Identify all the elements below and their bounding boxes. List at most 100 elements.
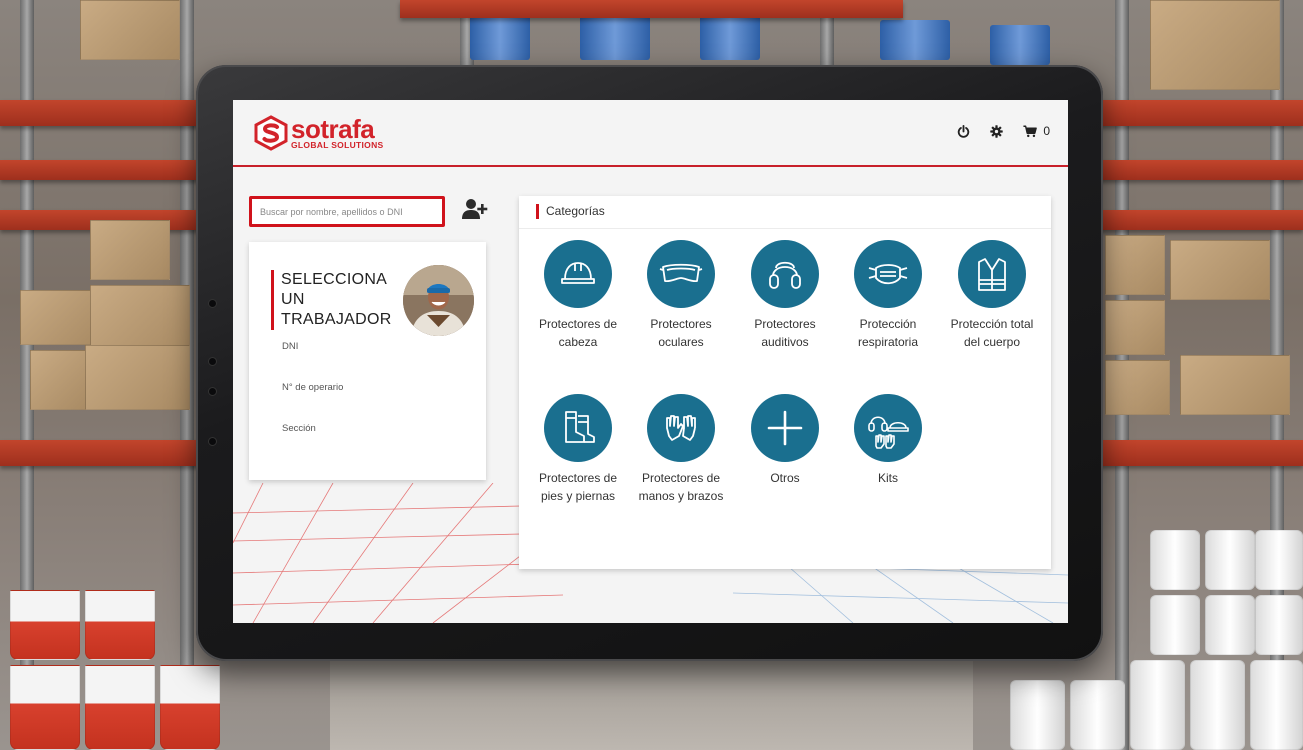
cart-icon (1023, 125, 1038, 137)
dni-label: DNI (282, 341, 299, 352)
category-icon-circle (854, 394, 922, 462)
category-label: Otros (770, 471, 800, 485)
jug (1070, 680, 1125, 750)
drum (990, 25, 1050, 65)
box (90, 285, 190, 350)
category-icon-circle (958, 240, 1026, 308)
shelf-beam (400, 0, 903, 18)
categories-title: Categorías (536, 204, 605, 219)
box (1105, 360, 1170, 415)
jug (1010, 680, 1065, 750)
category-icon-circle (854, 240, 922, 308)
sensor-dot (208, 387, 217, 396)
box (1180, 355, 1290, 415)
worker-card: SELECCIONA UN TRABAJADOR DNI N° de opera… (249, 242, 486, 480)
drum (700, 15, 760, 60)
worker-title-block: SELECCIONA UN TRABAJADOR (271, 270, 391, 330)
category-hand-protection[interactable]: Protectores de manos y brazos (631, 394, 731, 505)
box (85, 345, 190, 410)
operator-number-label: N° de operario (282, 382, 344, 393)
category-icon-circle (751, 394, 819, 462)
box (90, 220, 170, 280)
worker-avatar (403, 265, 474, 336)
app-header: sotrafa GLOBAL SOLUTIONS 0 (233, 100, 1068, 167)
box (1105, 300, 1165, 355)
category-label: Protectores de pies y piernas (538, 471, 618, 503)
sensor-dot (208, 357, 217, 366)
jug (1205, 595, 1255, 655)
jug (1130, 660, 1185, 750)
category-icon-circle (647, 240, 715, 308)
bucket (10, 665, 80, 750)
cart-count: 0 (1043, 124, 1050, 138)
category-label: Protectores oculares (650, 317, 712, 349)
gear-icon[interactable] (990, 124, 1004, 138)
worker-title: SELECCIONA UN TRABAJADOR (281, 271, 392, 328)
worker-search-input[interactable] (249, 196, 445, 227)
add-worker-icon[interactable] (462, 198, 488, 220)
category-eye-protection[interactable]: Protectores oculares (631, 240, 731, 351)
jug (1255, 595, 1303, 655)
category-label: Protectores auditivos (754, 317, 816, 349)
box (1105, 235, 1165, 295)
drum (580, 15, 650, 60)
drum (880, 20, 950, 60)
categories-card: Categorías Protectores de cabeza Protect… (519, 196, 1051, 569)
jug (1190, 660, 1245, 750)
gloves-icon (666, 415, 696, 441)
app-screen: sotrafa GLOBAL SOLUTIONS 0 Buscar por no… (233, 100, 1068, 623)
bucket (10, 590, 80, 660)
box (1170, 240, 1270, 300)
jug (1205, 530, 1255, 590)
category-label: Kits (877, 471, 898, 485)
category-icon-circle (544, 240, 612, 308)
vest-icon (978, 258, 1006, 291)
brand-logo[interactable]: sotrafa GLOBAL SOLUTIONS (253, 115, 383, 151)
brand-tagline: GLOBAL SOLUTIONS (291, 140, 384, 151)
category-label: Protección total del cuerpo (950, 317, 1034, 349)
brand-name: sotrafa (291, 114, 375, 145)
category-foot-protection[interactable]: Protectores de pies y piernas (528, 394, 628, 505)
category-hearing-protection[interactable]: Protectores auditivos (735, 240, 835, 351)
camera-dot (208, 299, 217, 308)
category-label: Protectores de cabeza (538, 317, 618, 349)
category-head-protection[interactable]: Protectores de cabeza (528, 240, 628, 351)
category-label: Protectores de manos y brazos (638, 471, 724, 503)
section-label: Sección (282, 423, 316, 434)
warehouse-floor (330, 650, 973, 750)
box (20, 290, 100, 345)
kit-icon (868, 416, 909, 449)
box (30, 350, 90, 410)
header-actions: 0 (957, 124, 1050, 138)
jug (1150, 530, 1200, 590)
category-label: Protección respiratoria (857, 317, 919, 349)
mask-icon (868, 264, 908, 285)
plus-icon (767, 410, 803, 446)
category-respiratory-protection[interactable]: Protección respiratoria (838, 240, 938, 351)
box (80, 0, 180, 60)
bucket (160, 665, 220, 750)
goggles-icon (659, 263, 703, 283)
category-others[interactable]: Otros (735, 394, 835, 487)
category-icon-circle (647, 394, 715, 462)
power-icon[interactable] (957, 124, 970, 138)
cart-button[interactable]: 0 (1023, 124, 1050, 138)
category-icon-circle (751, 240, 819, 308)
category-kits[interactable]: Kits (838, 394, 938, 487)
category-full-body-protection[interactable]: Protección total del cuerpo (942, 240, 1042, 351)
bucket (85, 590, 155, 660)
sensor-dot (208, 437, 217, 446)
box (1150, 0, 1280, 90)
drum (470, 15, 530, 60)
bucket (85, 665, 155, 750)
boots-icon (565, 411, 595, 443)
jug (1255, 530, 1303, 590)
category-icon-circle (544, 394, 612, 462)
worker-photo (403, 265, 474, 336)
jug (1250, 660, 1303, 750)
sotrafa-logo-icon (254, 115, 288, 151)
earmuffs-icon (769, 261, 801, 289)
hard-hat-icon (561, 262, 595, 284)
categories-header: Categorías (519, 196, 1051, 229)
jug (1150, 595, 1200, 655)
